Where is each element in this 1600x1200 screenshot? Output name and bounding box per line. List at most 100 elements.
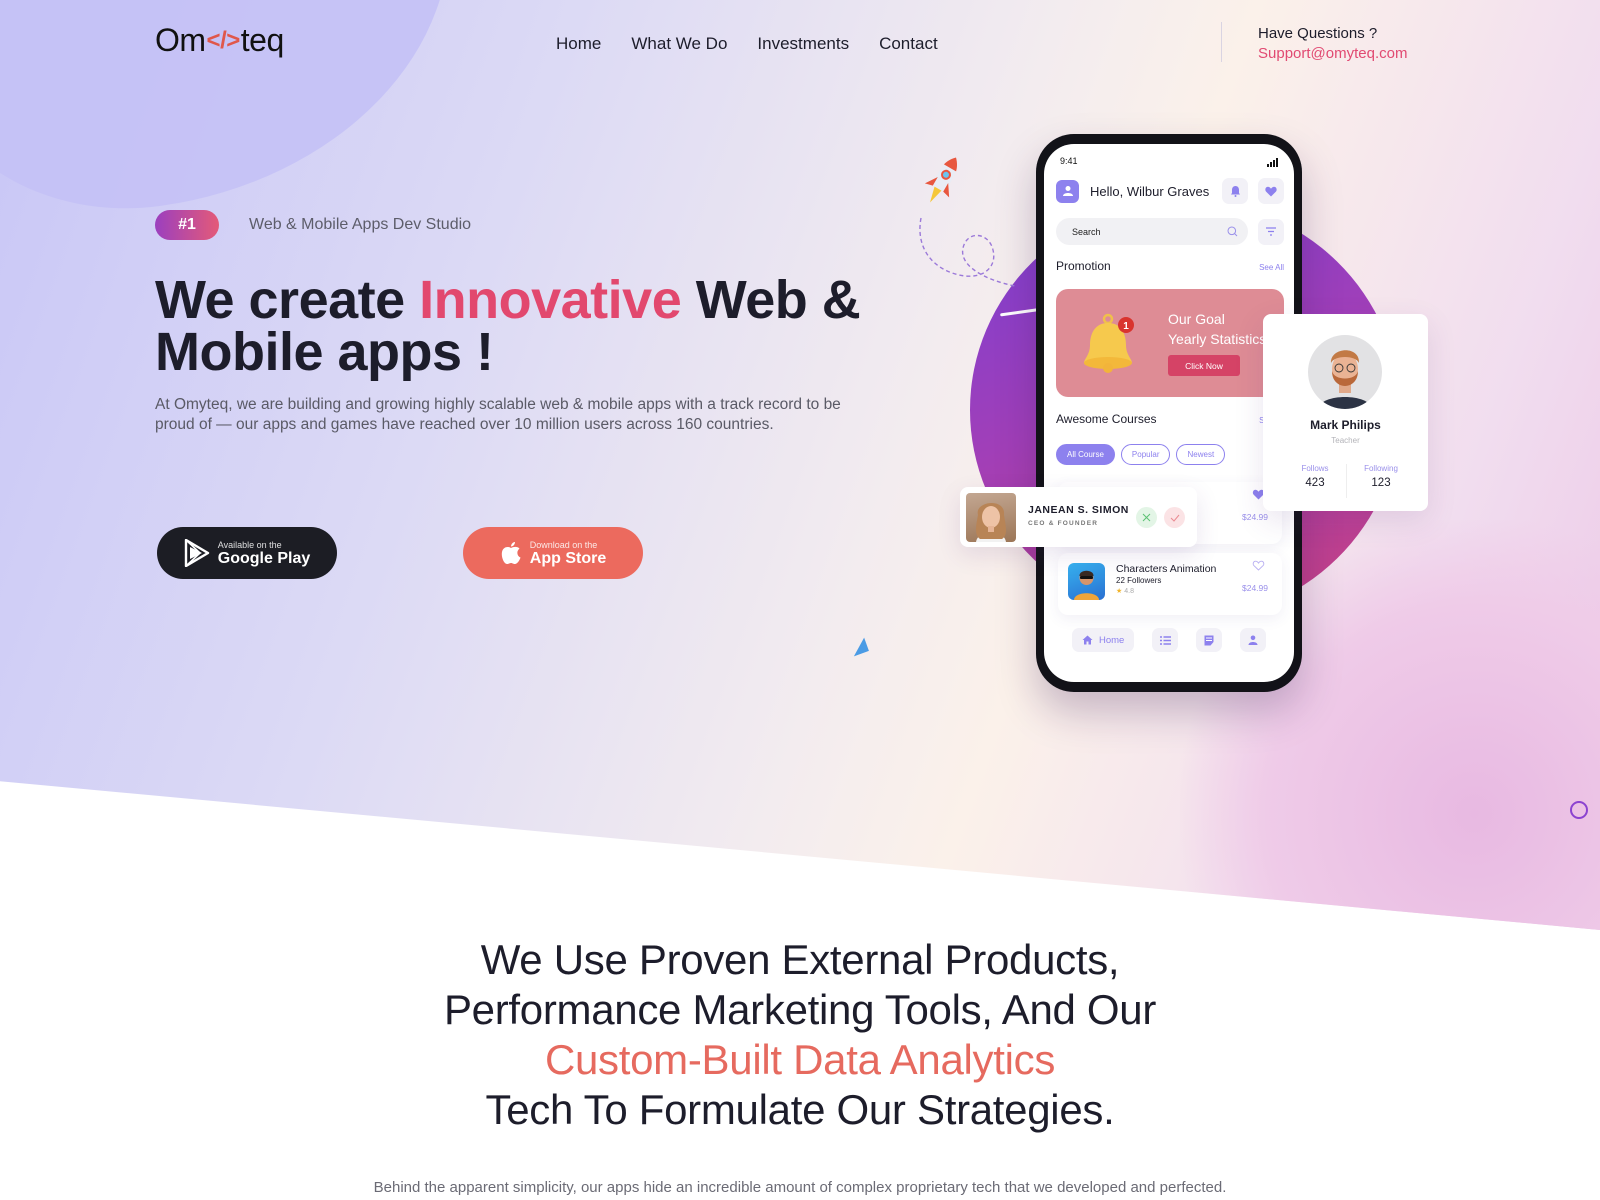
- course-filter-chips: All Course Popular Newest: [1056, 444, 1226, 465]
- notification-count: 1: [1123, 321, 1129, 332]
- bottom-nav-notes[interactable]: [1196, 628, 1223, 652]
- section-title-line1: We Use Proven External Products,: [480, 936, 1120, 983]
- nav-home[interactable]: Home: [556, 34, 601, 54]
- person-role: CEO & FOUNDER: [1028, 520, 1099, 527]
- nav-contact[interactable]: Contact: [879, 34, 938, 54]
- google-play-small-text: Available on the: [217, 539, 282, 550]
- list-icon: [1159, 635, 1171, 645]
- section-title-line4: Tech To Formulate Our Strategies.: [485, 1086, 1115, 1133]
- hero-title-part1: We create: [155, 270, 420, 330]
- app-store-label: App Store: [529, 549, 607, 567]
- nav-what-we-do[interactable]: What We Do: [631, 34, 727, 54]
- stat-divider: [1346, 464, 1347, 498]
- bottom-nav-list[interactable]: [1152, 628, 1179, 652]
- bell-illustration-icon: 1: [1084, 313, 1134, 373]
- course-title: Characters Animation: [1116, 563, 1217, 575]
- star-icon: ★: [1116, 588, 1123, 595]
- nav-investments[interactable]: Investments: [757, 34, 849, 54]
- bottom-nav-profile[interactable]: [1239, 628, 1266, 652]
- search-icon: [1227, 226, 1238, 237]
- hero-title: We create Innovative Web & Mobile apps !: [155, 273, 875, 379]
- section-title-line2: Performance Marketing Tools, And Our: [443, 986, 1157, 1033]
- code-icon: </>: [206, 26, 241, 54]
- accept-button[interactable]: [1164, 507, 1185, 528]
- hero-title-accent: Innovative: [419, 270, 682, 330]
- status-time: 9:41: [1060, 156, 1078, 166]
- follows-label: Follows: [1301, 464, 1329, 473]
- decorative-ring: [1570, 801, 1588, 819]
- promotion-banner: 1 Our Goal Yearly Statistics Click Now: [1056, 289, 1284, 397]
- profile-role: Teacher: [1331, 436, 1360, 445]
- bell-icon[interactable]: [1222, 178, 1248, 204]
- course-price: $24.99: [1242, 583, 1268, 593]
- check-icon: [1170, 514, 1179, 522]
- course-followers: 22 Followers: [1116, 576, 1162, 585]
- notes-icon: [1204, 635, 1214, 645]
- bottom-nav-home[interactable]: Home: [1072, 628, 1135, 652]
- person-card[interactable]: JANEAN S. SIMON CEO & FOUNDER: [960, 487, 1197, 547]
- badge-text: Web & Mobile Apps Dev Studio: [249, 216, 472, 233]
- promo-line2: Yearly Statistics: [1168, 331, 1267, 347]
- course-rating-value: 4.8: [1124, 588, 1134, 595]
- chip-all-course[interactable]: All Course: [1056, 444, 1115, 465]
- heart-icon[interactable]: [1258, 178, 1284, 204]
- search-placeholder: Search: [1072, 226, 1101, 237]
- section-description: Behind the apparent simplicity, our apps…: [373, 1179, 1227, 1196]
- course-rating: ★ 4.8: [1116, 587, 1134, 595]
- heart-outline-icon[interactable]: [1252, 560, 1265, 571]
- following-stat: Following 123: [1351, 464, 1411, 489]
- courses-title: Awesome Courses: [1056, 412, 1157, 426]
- promo-text: Our Goal Yearly Statistics: [1168, 309, 1266, 349]
- chip-newest[interactable]: Newest: [1176, 444, 1226, 465]
- rank-badge: #1: [155, 210, 219, 240]
- search-row: Search: [1056, 218, 1284, 245]
- google-play-icon: [184, 539, 210, 567]
- home-icon: [1082, 635, 1093, 645]
- logo-text-left: Om: [155, 22, 206, 58]
- course-thumbnail: [1068, 563, 1105, 600]
- google-play-label: Google Play: [217, 549, 311, 567]
- follows-value: 423: [1305, 477, 1325, 489]
- greeting-text: Hello, Wilbur Graves: [1090, 183, 1210, 199]
- header-divider: [1221, 22, 1222, 62]
- support-email-link[interactable]: Support@omyteq.com: [1258, 44, 1407, 64]
- phone-bottom-nav: Home: [1072, 628, 1266, 652]
- search-input[interactable]: Search: [1056, 218, 1248, 245]
- profile-card[interactable]: Mark Philips Teacher Follows 423 Followi…: [1263, 314, 1428, 511]
- user-avatar-icon[interactable]: [1056, 179, 1079, 203]
- follows-stat: Follows 423: [1285, 464, 1345, 489]
- click-now-button[interactable]: Click Now: [1168, 355, 1240, 376]
- hero-badge-row: #1 Web & Mobile Apps Dev Studio: [155, 210, 471, 240]
- rocket-icon: [924, 157, 958, 203]
- promotion-title: Promotion: [1056, 259, 1111, 273]
- decline-button[interactable]: [1136, 507, 1157, 528]
- promo-line1: Our Goal: [1168, 311, 1225, 327]
- person-name: JANEAN S. SIMON: [1028, 504, 1129, 516]
- user-icon: [1248, 635, 1258, 645]
- following-label: Following: [1364, 464, 1398, 473]
- app-store-small-text: Download on the: [529, 539, 598, 550]
- main-nav: Home What We Do Investments Contact: [556, 34, 938, 54]
- section-title-accent: Custom-Built Data Analytics: [544, 1036, 1056, 1083]
- bottom-nav-home-label: Home: [1099, 634, 1125, 646]
- following-value: 123: [1371, 477, 1391, 489]
- close-icon: [1142, 513, 1151, 522]
- courses-header: Awesome Courses See All: [1056, 412, 1284, 426]
- app-store-button[interactable]: Download on the App Store: [463, 527, 643, 579]
- course-price: $24.99: [1242, 512, 1268, 522]
- contact-box: Have Questions ? Support@omyteq.com: [1258, 24, 1407, 64]
- site-header: Om </> teq Home What We Do Investments C…: [0, 0, 1600, 90]
- hero-description: At Omyteq, we are building and growing h…: [155, 396, 841, 433]
- promotion-see-all-link[interactable]: See All: [1259, 263, 1284, 272]
- phone-screen: 9:41 Hello, Wilbur Graves Search Promoti…: [1044, 144, 1294, 682]
- course-card[interactable]: Characters Animation 22 Followers ★ 4.8 …: [1058, 553, 1282, 615]
- logo[interactable]: Om </> teq: [155, 22, 284, 59]
- chip-popular[interactable]: Popular: [1120, 444, 1171, 465]
- google-play-button[interactable]: Available on the Google Play: [157, 527, 337, 579]
- filter-icon[interactable]: [1258, 218, 1284, 245]
- dashed-flight-path: [919, 217, 1015, 287]
- logo-text-right: teq: [240, 22, 284, 58]
- promotion-header: Promotion See All: [1056, 259, 1284, 273]
- profile-photo: [1308, 335, 1382, 409]
- signal-icon: [1267, 158, 1278, 167]
